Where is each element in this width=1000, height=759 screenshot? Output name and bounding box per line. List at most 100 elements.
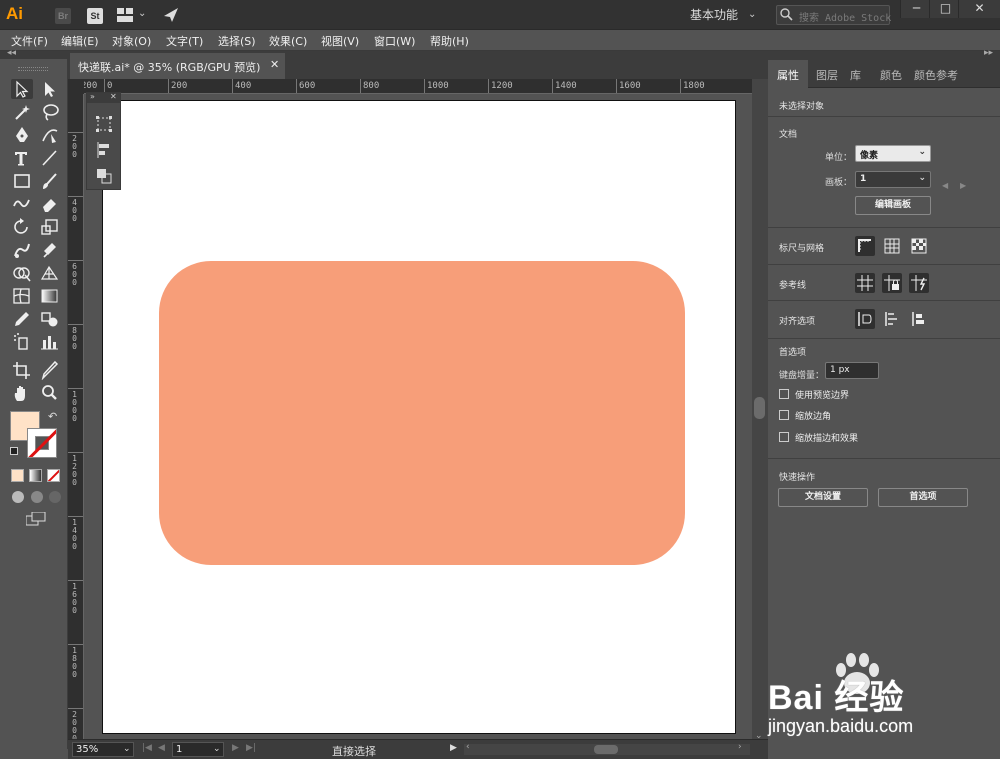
artboard-tool-icon[interactable] [11, 360, 33, 380]
collapse-icon[interactable]: ◂◂ [7, 48, 16, 58]
first-artboard-icon[interactable]: |◀ [142, 743, 152, 753]
panel-grip[interactable] [18, 67, 48, 71]
horizontal-ruler[interactable]: 200 0 200 400 600 800 1000 1200 1400 1600 1800 [84, 79, 752, 94]
stock-search-input[interactable]: 搜索 Adobe Stock [776, 5, 891, 25]
document-setup-button[interactable]: 文档设置 [778, 488, 868, 507]
panel-header[interactable]: » ✕ [87, 92, 120, 103]
scale-tool-icon[interactable] [39, 217, 61, 237]
hand-tool-icon[interactable] [11, 383, 33, 403]
artboard-select[interactable]: 1 ⌄ [855, 171, 931, 188]
zoom-level-select[interactable]: 35% ⌄ [72, 742, 134, 757]
gradient-mode-button[interactable] [29, 469, 42, 482]
arrange-documents-icon[interactable] [117, 8, 133, 22]
eraser-tool-icon[interactable] [39, 194, 61, 214]
chevron-left-icon[interactable]: ‹ [466, 742, 470, 752]
zoom-tool-icon[interactable] [39, 383, 61, 403]
collapse-icon[interactable]: ▸▸ [984, 48, 993, 58]
units-select[interactable]: 像素 ⌄ [855, 145, 931, 162]
rulers-icon[interactable] [855, 236, 875, 256]
close-tab-icon[interactable]: ✕ [270, 58, 279, 71]
perspective-grid-tool-icon[interactable] [39, 263, 61, 283]
swap-fill-stroke-icon[interactable]: ↶ [48, 410, 57, 423]
tab-libraries[interactable]: 库 [850, 67, 861, 83]
tab-color[interactable]: 颜色 [880, 67, 902, 83]
paintbrush-tool-icon[interactable] [39, 171, 61, 191]
preferences-button[interactable]: 首选项 [878, 488, 968, 507]
menu-object[interactable]: 对象(O) [112, 33, 151, 49]
keyboard-increment-input[interactable]: 1 px [825, 362, 879, 379]
edit-artboards-button[interactable]: 编辑画板 [855, 196, 931, 215]
eyedropper-tool-icon[interactable] [11, 309, 33, 329]
chevron-right-icon[interactable]: › [738, 742, 742, 752]
last-artboard-icon[interactable]: ▶| [246, 743, 256, 753]
scale-corners-checkbox[interactable] [779, 410, 789, 420]
screen-mode-icon[interactable] [25, 511, 46, 526]
symbol-sprayer-tool-icon[interactable] [11, 332, 33, 352]
column-graph-tool-icon[interactable] [39, 332, 61, 352]
scrollbar-thumb[interactable] [754, 397, 765, 419]
expand-icon[interactable]: » [90, 92, 95, 101]
maximize-button[interactable]: □ [929, 0, 961, 18]
chevron-down-icon[interactable]: ⌄ [138, 8, 146, 19]
transform-panel-icon[interactable] [94, 115, 114, 133]
align-panel-icon[interactable] [94, 141, 114, 159]
pen-tool-icon[interactable] [11, 125, 33, 145]
ruler-origin[interactable] [68, 79, 84, 94]
puppet-warp-tool-icon[interactable] [39, 240, 61, 260]
gradient-tool-icon[interactable] [39, 286, 61, 306]
selection-tool-icon[interactable] [11, 79, 33, 99]
align-to-pixel-grid-icon[interactable] [855, 309, 875, 329]
lock-guides-icon[interactable] [882, 273, 902, 293]
stroke-color-swatch[interactable] [27, 428, 57, 458]
menu-window[interactable]: 窗口(W) [374, 33, 415, 49]
horizontal-scrollbar[interactable]: ‹ › [464, 742, 750, 755]
next-artboard-icon[interactable]: ▶ [232, 743, 239, 753]
tab-color-guide[interactable]: 颜色参考 [914, 67, 958, 83]
close-icon[interactable]: ✕ [110, 92, 117, 101]
menu-select[interactable]: 选择(S) [218, 33, 256, 49]
vertical-ruler[interactable]: 200 400 600 800 1000 1200 1400 1600 1800 2000 [68, 94, 84, 739]
lasso-tool-icon[interactable] [39, 102, 61, 122]
gpu-performance-icon[interactable] [162, 6, 180, 24]
transparency-grid-icon[interactable] [909, 236, 929, 256]
chevron-down-icon[interactable]: ⌄ [748, 9, 756, 20]
menu-type[interactable]: 文字(T) [166, 33, 203, 49]
type-tool-icon[interactable] [11, 148, 33, 168]
artboard-number-select[interactable]: 1 ⌄ [172, 742, 224, 757]
draw-normal-icon[interactable] [12, 491, 24, 503]
none-mode-button[interactable] [47, 469, 60, 482]
curvature-tool-icon[interactable] [39, 125, 61, 145]
draw-behind-icon[interactable] [31, 491, 43, 503]
color-mode-button[interactable] [11, 469, 24, 482]
blend-tool-icon[interactable] [39, 309, 61, 329]
draw-inside-icon[interactable] [49, 491, 61, 503]
status-menu-arrow-icon[interactable]: ▶ [450, 743, 457, 753]
menu-file[interactable]: 文件(F) [11, 33, 48, 49]
close-button[interactable]: ✕ [958, 0, 1000, 18]
artboard[interactable] [102, 100, 736, 734]
minimize-button[interactable]: ─ [900, 0, 932, 18]
use-preview-bounds-checkbox[interactable] [779, 389, 789, 399]
next-artboard-icon[interactable]: ▶ [960, 181, 966, 190]
align-option-3-icon[interactable] [909, 309, 929, 329]
slice-tool-icon[interactable] [39, 360, 61, 381]
show-guides-icon[interactable] [855, 273, 875, 293]
vertical-scrollbar[interactable]: ⌄ [752, 79, 768, 741]
direct-selection-tool-icon[interactable] [39, 79, 61, 99]
line-segment-tool-icon[interactable] [39, 148, 61, 168]
warp-tool-icon[interactable] [11, 240, 33, 260]
grid-icon[interactable] [882, 236, 902, 256]
document-tab[interactable]: 快递联.ai* @ 35% (RGB/GPU 预览) ✕ [70, 53, 285, 79]
tab-layers[interactable]: 图层 [816, 67, 838, 83]
scrollbar-thumb[interactable] [594, 745, 618, 754]
default-fill-stroke-icon[interactable] [10, 447, 18, 455]
rectangle-tool-icon[interactable] [11, 171, 33, 191]
tab-properties[interactable]: 属性 [768, 60, 808, 88]
menu-edit[interactable]: 编辑(E) [61, 33, 99, 49]
previous-artboard-icon[interactable]: ◀ [942, 181, 948, 190]
previous-artboard-icon[interactable]: ◀ [158, 743, 165, 753]
bridge-button[interactable]: Br [55, 8, 71, 24]
shape-builder-tool-icon[interactable] [11, 263, 33, 283]
pathfinder-panel-icon[interactable] [94, 167, 114, 185]
smart-guides-icon[interactable] [909, 273, 929, 293]
